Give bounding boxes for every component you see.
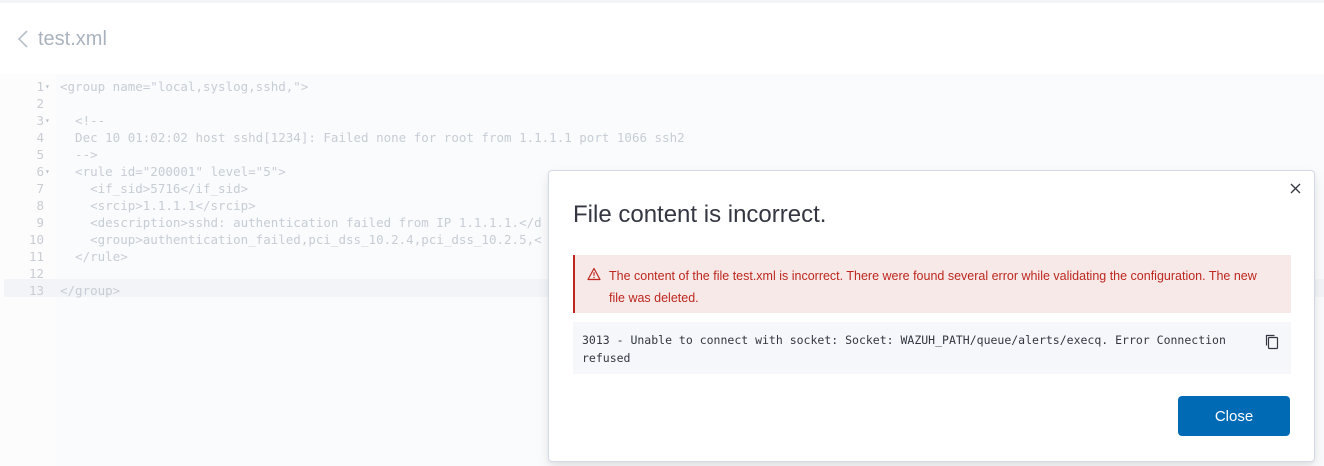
error-message: The content of the file test.xml is inco…: [609, 269, 1257, 305]
close-button[interactable]: Close: [1178, 396, 1290, 436]
fold-toggle-icon[interactable]: ▾: [45, 163, 53, 180]
line-number: 4: [36, 130, 44, 145]
line-number: 1: [36, 79, 44, 94]
line-text: </rule>: [60, 249, 128, 264]
line-text: Dec 10 01:02:02 host sshd[1234]: Failed …: [60, 130, 685, 145]
line-text: <description>sshd: authentication failed…: [60, 215, 542, 230]
alert-icon: [587, 267, 601, 281]
error-modal: File content is incorrect. The content o…: [548, 170, 1315, 462]
line-number: 7: [36, 181, 44, 196]
file-title: test.xml: [38, 27, 107, 50]
line-number: 9: [36, 215, 44, 230]
code-line: 2: [0, 95, 1324, 112]
line-text: -->: [60, 147, 98, 162]
code-line: 3 ▾ <!--: [0, 112, 1324, 129]
line-text: <if_sid>5716</if_sid>: [60, 181, 249, 196]
top-divider: [0, 0, 1324, 3]
code-line: 5 -->: [0, 146, 1324, 163]
modal-close-icon[interactable]: [1286, 179, 1304, 197]
line-text: <!--: [60, 113, 106, 128]
line-number: 2: [36, 96, 44, 111]
line-number: 11: [28, 249, 44, 264]
line-number: 12: [28, 266, 44, 281]
modal-title: File content is incorrect.: [573, 201, 827, 228]
line-number: 10: [28, 232, 44, 247]
line-number: 5: [36, 147, 44, 162]
line-text: <group name="local,syslog,sshd,">: [60, 79, 309, 94]
line-text: <srcip>1.1.1.1</srcip>: [60, 198, 256, 213]
line-number: 8: [36, 198, 44, 213]
fold-toggle-icon[interactable]: ▾: [45, 78, 53, 95]
fold-toggle-icon[interactable]: ▾: [45, 112, 53, 129]
error-detail-block: 3013 - Unable to connect with socket: So…: [573, 322, 1291, 374]
error-detail: 3013 - Unable to connect with socket: So…: [582, 333, 1226, 365]
line-number: 6: [36, 164, 44, 179]
page: test.xml 1 ▾ <group name="local,syslog,ssh…: [0, 0, 1324, 466]
code-line: 4 Dec 10 01:02:02 host sshd[1234]: Faile…: [0, 129, 1324, 146]
line-text: <group>authentication_failed,pci_dss_10.…: [60, 232, 542, 247]
line-text: </group>: [60, 283, 121, 298]
copy-icon[interactable]: [1265, 334, 1279, 350]
line-number: 3: [36, 113, 44, 128]
line-number: 13: [28, 283, 44, 298]
line-text: <rule id="200001" level="5">: [60, 164, 286, 179]
chevron-left-icon[interactable]: [14, 25, 32, 53]
error-callout: The content of the file test.xml is inco…: [573, 255, 1291, 313]
code-line: 1 ▾ <group name="local,syslog,sshd,">: [0, 78, 1324, 95]
file-header: test.xml: [14, 24, 107, 54]
